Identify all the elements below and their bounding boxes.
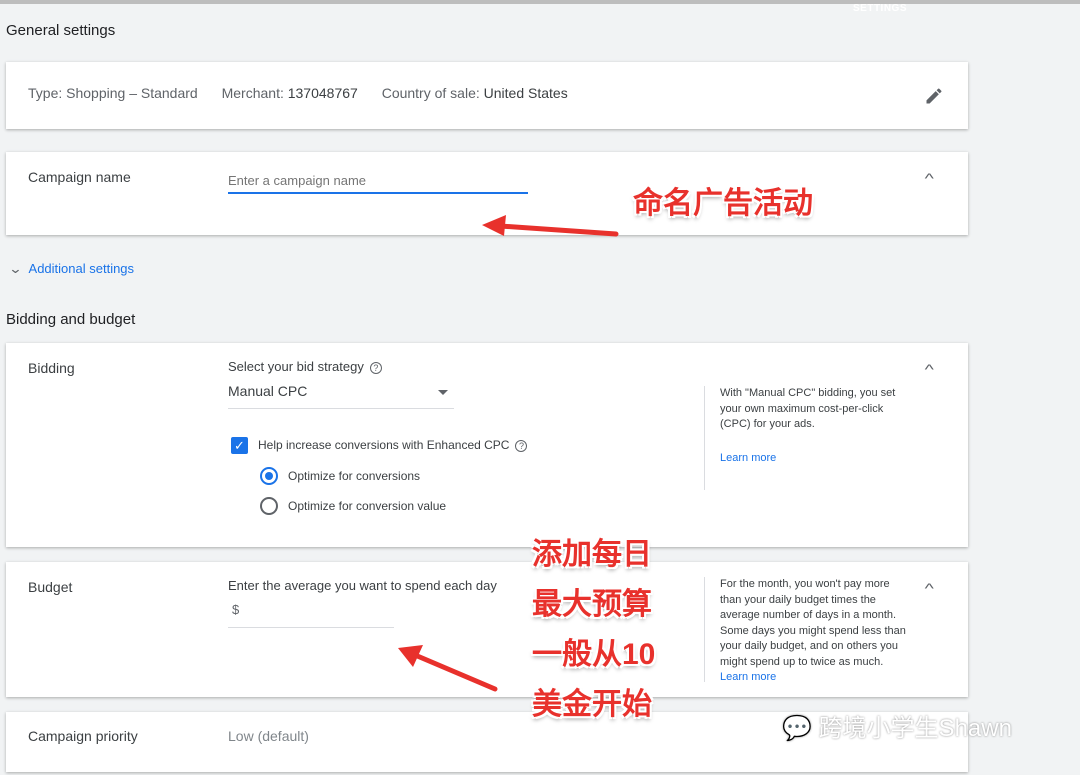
radio-label: Optimize for conversion value bbox=[288, 499, 447, 513]
annotation-name-note: 命名广告活动 bbox=[633, 187, 813, 220]
radio-optimize-conversion-value[interactable] bbox=[260, 497, 278, 515]
general-settings-heading: General settings bbox=[6, 22, 116, 39]
chevron-down-icon: ⌄ bbox=[8, 261, 23, 276]
help-icon[interactable]: ? bbox=[515, 439, 528, 452]
edit-pencil-icon[interactable] bbox=[924, 86, 944, 106]
type-value: Shopping – Standard bbox=[66, 85, 198, 101]
wechat-icon: 💬 bbox=[782, 715, 812, 742]
bid-strategy-dropdown[interactable]: Manual CPC bbox=[228, 383, 454, 409]
campaign-priority-value[interactable]: Low (default) bbox=[228, 728, 309, 744]
budget-prompt: Enter the average you want to spend each… bbox=[228, 578, 497, 593]
bidding-budget-heading: Bidding and budget bbox=[6, 311, 136, 328]
annotation-arrow-icon bbox=[398, 645, 498, 692]
collapse-chevron-icon[interactable]: ^ bbox=[925, 170, 934, 186]
radio-optimize-conversions[interactable] bbox=[260, 467, 278, 485]
collapse-chevron-icon[interactable]: ^ bbox=[925, 361, 934, 377]
watermark: 💬 跨境小学生Shawn bbox=[782, 715, 1012, 742]
enhanced-cpc-label: Help increase conversions with Enhanced … bbox=[258, 438, 528, 452]
general-settings-card: Type: Shopping – Standard Merchant: 1370… bbox=[6, 62, 968, 129]
dropdown-arrow-icon bbox=[438, 390, 448, 395]
settings-tab-label[interactable]: SETTINGS bbox=[853, 3, 907, 14]
campaign-name-label: Campaign name bbox=[28, 169, 131, 185]
budget-input[interactable]: $ bbox=[228, 602, 394, 628]
country-value: United States bbox=[483, 85, 568, 101]
help-icon[interactable]: ? bbox=[369, 361, 382, 374]
additional-settings-toggle[interactable]: ⌄ Additional settings bbox=[8, 261, 134, 277]
learn-more-link[interactable]: Learn more bbox=[720, 671, 776, 683]
learn-more-link[interactable]: Learn more bbox=[720, 451, 914, 467]
top-bar bbox=[0, 0, 1080, 4]
bidding-card: Bidding Select your bid strategy? Manual… bbox=[6, 343, 968, 547]
merchant-value: 137048767 bbox=[287, 85, 358, 101]
radio-label: Optimize for conversions bbox=[288, 469, 421, 483]
annotation-budget-note: 添加每日 最大预算 一般从10 美金开始 bbox=[532, 538, 656, 721]
bidding-help-panel: With "Manual CPC" bidding, you set your … bbox=[704, 386, 914, 490]
budget-label: Budget bbox=[28, 579, 73, 595]
campaign-name-input[interactable] bbox=[228, 168, 528, 194]
campaign-priority-label: Campaign priority bbox=[28, 728, 138, 744]
bid-strategy-label: Select your bid strategy? bbox=[228, 359, 382, 374]
bidding-label: Bidding bbox=[28, 360, 75, 376]
budget-help-panel: For the month, you won't pay more than y… bbox=[704, 577, 914, 683]
enhanced-cpc-checkbox[interactable]: ✓ bbox=[231, 437, 248, 454]
campaign-summary: Type: Shopping – Standard Merchant: 1370… bbox=[28, 85, 568, 101]
collapse-chevron-icon[interactable]: ^ bbox=[925, 580, 934, 596]
annotation-arrow-icon bbox=[482, 215, 619, 237]
